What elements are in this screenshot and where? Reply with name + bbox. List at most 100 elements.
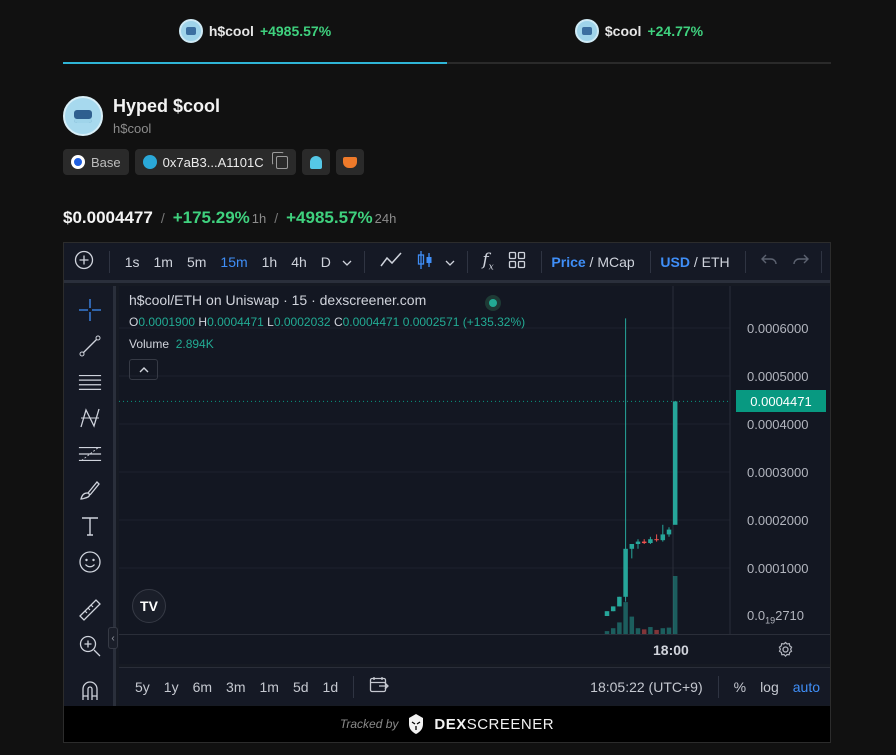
interval-5m[interactable]: 5m [180,254,213,270]
zoom-in-icon[interactable] [78,634,102,658]
auto-toggle[interactable]: auto [786,679,830,695]
price-usd: $0.0004477 [63,208,153,227]
trend-line-icon[interactable] [78,334,102,358]
slash: / [693,253,702,270]
y-tick-low-suffix: 2710 [775,608,805,623]
clock-timezone[interactable]: 18:05:22 (UTC+9) [583,679,709,695]
copy-icon[interactable] [271,151,288,169]
candle-body [672,401,678,525]
magnet-icon[interactable] [78,678,102,702]
candle-body [660,534,666,541]
time-tick: 18:00 [653,642,689,658]
divider [466,250,468,273]
ruler-icon[interactable] [78,598,102,622]
y-tick-low: 0.0192710 [747,608,804,626]
y-tick-low-prefix: 0.0 [747,608,766,623]
volume-value: 2.894K [175,337,214,351]
interval-15m[interactable]: 15m [213,254,254,270]
text-tool-icon[interactable] [78,514,102,538]
volume-legend: Volume 2.894K [129,337,214,351]
chart-plot-area[interactable]: h$cool/ETH on Uniswap · 15 · dexscreener… [119,286,830,664]
volume-bar [629,616,635,634]
line-chart-icon[interactable] [373,251,409,272]
horizontal-lines-icon[interactable] [78,370,102,394]
ghost-link-button[interactable] [301,149,330,175]
interval-1s[interactable]: 1s [118,254,147,270]
brush-icon[interactable] [78,478,102,502]
range-5y[interactable]: 5y [119,679,157,695]
range-5d[interactable]: 5d [286,679,316,695]
y-tick: 0.0005000 [747,369,809,384]
divider [744,250,746,273]
address-chip[interactable]: 0x7aB3...A1101C [134,149,296,175]
change-value: 0.0002571 (+135.32%) [402,315,526,329]
tab-cool[interactable]: $cool +24.77% [447,0,831,62]
mcap-option[interactable]: MCap [597,254,634,270]
log-toggle[interactable]: log [753,679,786,695]
interval-1m[interactable]: 1m [147,254,180,270]
tab-hscool[interactable]: h$cool +4985.57% [63,0,447,64]
add-symbol-button[interactable] [64,250,101,273]
range-1d[interactable]: 1d [316,679,346,695]
goto-date-calendar-icon[interactable] [362,676,396,697]
dexscreener-brand[interactable]: DEXSCREENER [434,716,554,733]
last-price-label: 0.0004471 [736,390,826,412]
live-status-icon [485,295,501,311]
interval-d[interactable]: D [314,254,338,270]
range-3m[interactable]: 3m [219,679,252,695]
metamask-button[interactable] [335,149,364,175]
volume-label: Volume [129,337,170,351]
tracked-by-footer: Tracked by DEXSCREENER [64,706,830,742]
candle-body [617,596,622,607]
label-1h: 1h [251,211,267,226]
brand-light: SCREENER [466,715,555,733]
pattern-tool-icon[interactable] [78,406,102,430]
divider [717,675,719,698]
indicators-fx-icon[interactable]: fx [475,250,500,272]
interval-4h[interactable]: 4h [284,254,314,270]
price-mcap-toggle[interactable]: Price / MCap [549,254,641,270]
brand-bold: DEX [434,715,467,733]
tab-change: +24.77% [647,23,704,39]
uniswap-icon [142,155,157,169]
tab-change: +4985.57% [259,23,332,39]
divider [363,250,365,273]
range-1m[interactable]: 1m [253,679,286,695]
candle-body [666,529,672,535]
eth-option[interactable]: ETH [702,254,730,270]
fib-tool-icon[interactable] [78,442,102,466]
percent-toggle[interactable]: % [727,679,753,695]
candles-icon[interactable] [409,250,441,273]
collapse-toolbar-handle[interactable]: ‹ [108,627,118,649]
token-address: 0x7aB3...A1101C [162,154,264,170]
y-tick-low-sub: 19 [765,615,776,626]
divider [540,250,542,273]
collapse-legend-button[interactable] [129,359,158,380]
chain-badge[interactable]: Base [63,149,129,175]
volume-bar [648,627,653,634]
change-1h: +175.29% [172,208,250,227]
interval-1h[interactable]: 1h [255,254,285,270]
redo-icon[interactable] [785,253,817,270]
chart-type-chevron-down-icon[interactable] [441,254,459,270]
crosshair-icon[interactable] [78,298,102,322]
interval-dropdown-chevron-down-icon[interactable] [338,254,356,270]
candle-body [610,606,616,612]
ohlc-legend: O0.0001900 H0.0004471 L0.0002032 C0.0004… [129,315,525,329]
low-label: L [267,315,274,329]
usd-option[interactable]: USD [660,254,690,270]
candle-body [629,544,635,549]
currency-toggle[interactable]: USD / ETH [658,254,736,270]
settings-gear-icon[interactable] [777,641,794,663]
tradingview-logo[interactable]: TV [132,589,166,623]
undo-icon[interactable] [753,253,785,270]
tracked-by-label: Tracked by [339,717,399,731]
price-option[interactable]: Price [551,254,585,270]
layout-grid-icon[interactable] [501,251,533,272]
range-1y[interactable]: 1y [157,679,186,695]
emoji-icon[interactable] [78,550,102,574]
candle-body [635,541,641,544]
divider [821,250,823,273]
token-symbol: h$cool [113,121,152,136]
range-6m[interactable]: 6m [186,679,219,695]
